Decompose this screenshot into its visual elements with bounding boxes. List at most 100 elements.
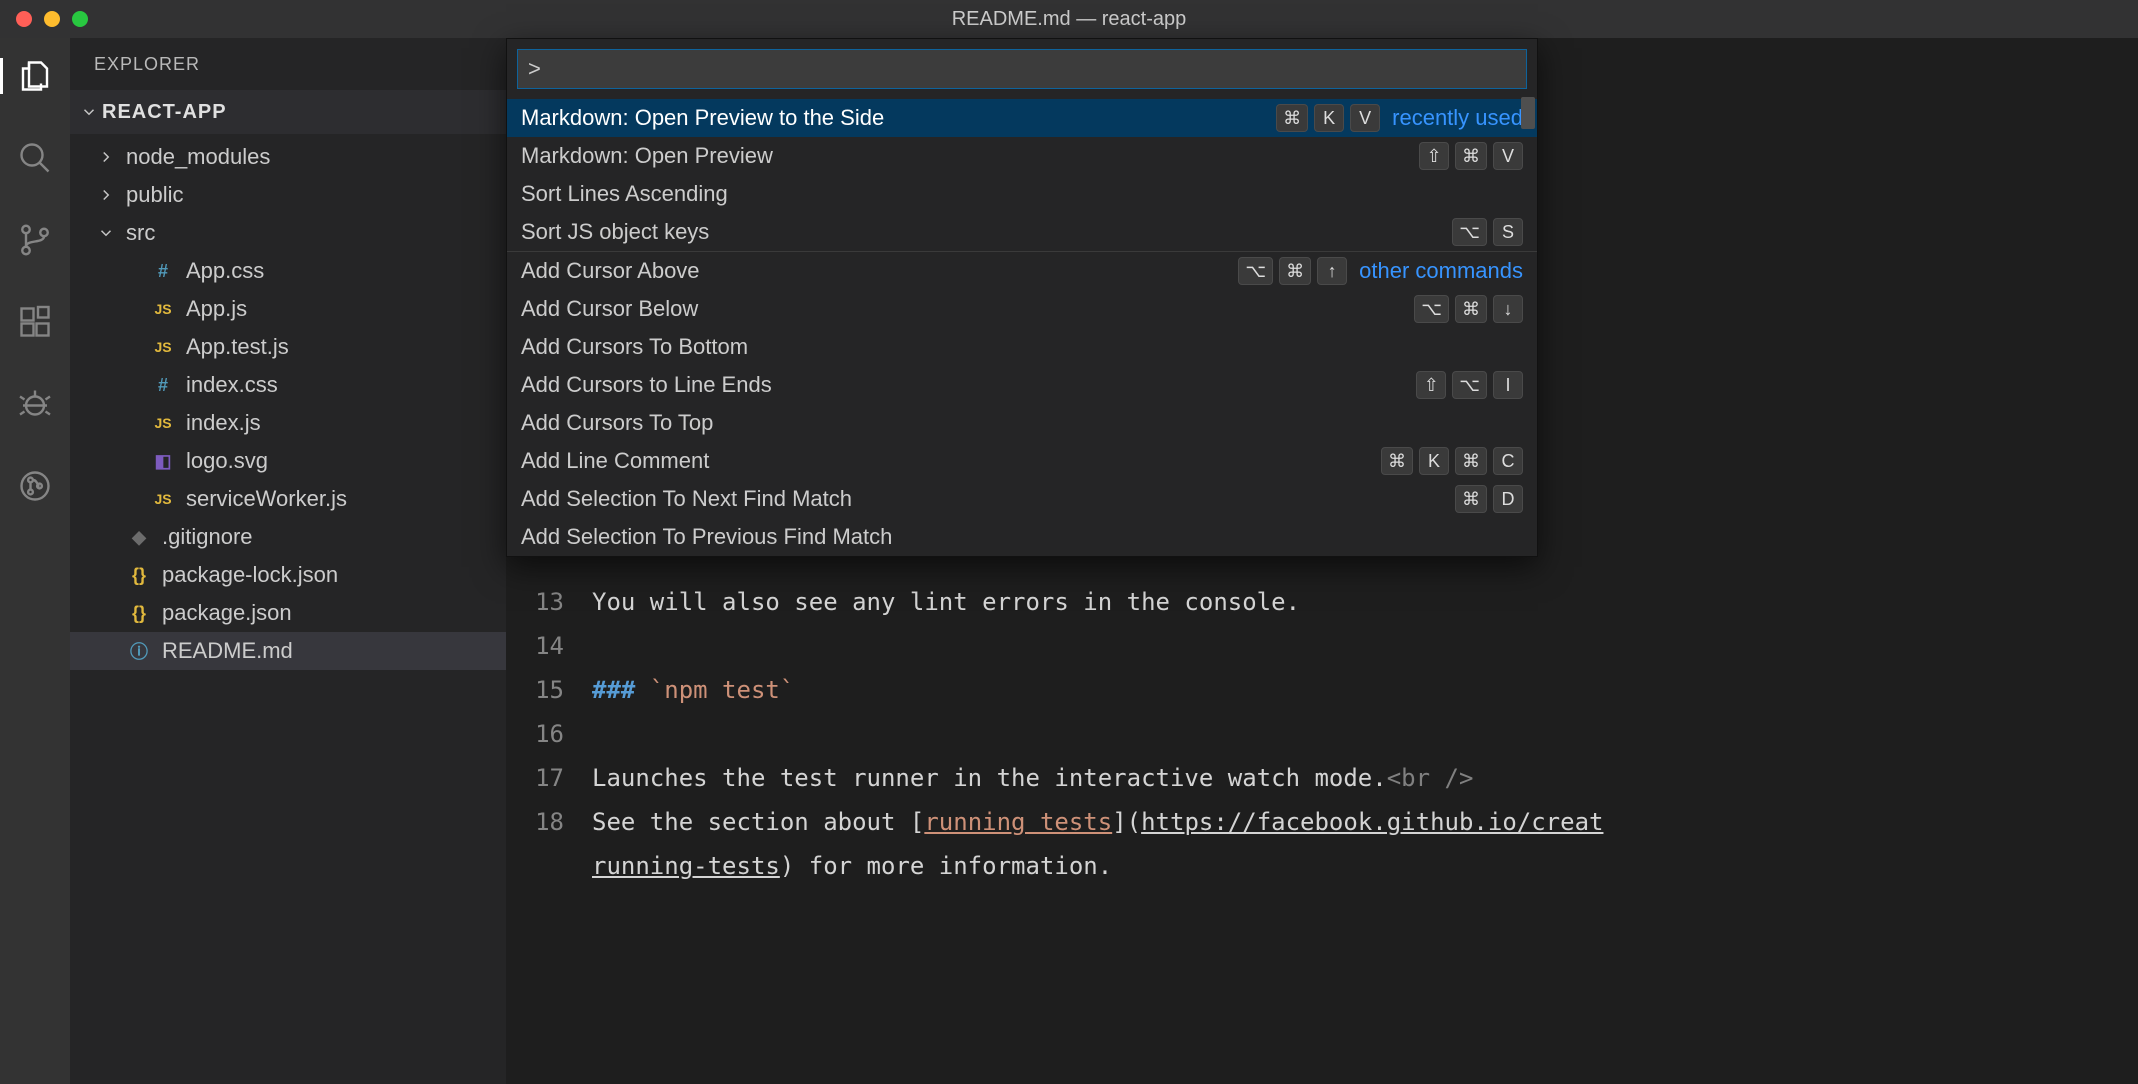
activity-search[interactable] [0, 140, 70, 176]
command-group-label: recently used [1392, 105, 1523, 131]
file-row[interactable]: ◆.gitignore [70, 518, 506, 556]
activity-bar [0, 38, 70, 1084]
activity-extensions[interactable] [0, 304, 70, 340]
key: ⌘ [1279, 257, 1311, 285]
command-label: Add Line Comment [521, 448, 1369, 474]
window-controls [16, 11, 88, 27]
code-content: You will also see any lint errors in the… [592, 580, 1300, 624]
keyboard-shortcut: ⌥⌘↑ [1238, 257, 1347, 285]
editor-line[interactable]: 15### `npm test` [506, 668, 2138, 712]
folder-row[interactable]: public [70, 176, 506, 214]
file-row[interactable]: JSindex.js [70, 404, 506, 442]
keyboard-shortcut: ⌘KV [1276, 104, 1380, 132]
css-file-icon: # [150, 261, 176, 282]
command-item[interactable]: Add Cursors To Bottom [507, 328, 1537, 366]
folder-label: src [126, 220, 155, 246]
folder-row[interactable]: node_modules [70, 138, 506, 176]
key: D [1493, 485, 1523, 513]
file-label: index.css [186, 372, 278, 398]
activity-git-graph[interactable] [0, 468, 70, 504]
window-minimize-button[interactable] [44, 11, 60, 27]
editor-line[interactable]: 18See the section about [running tests](… [506, 800, 2138, 844]
command-label: Markdown: Open Preview [521, 143, 1407, 169]
window-zoom-button[interactable] [72, 11, 88, 27]
editor-line[interactable]: 13You will also see any lint errors in t… [506, 580, 2138, 624]
file-row[interactable]: # index.css [70, 366, 506, 404]
command-label: Add Cursors To Top [521, 410, 1511, 436]
command-palette-input[interactable] [517, 49, 1527, 89]
file-tree: node_modulespublicsrc#App.cssJSApp.jsJSA… [70, 134, 506, 1084]
command-item[interactable]: Add Selection To Previous Find Match [507, 518, 1537, 556]
file-row[interactable]: JSApp.js [70, 290, 506, 328]
chevron-right-icon [96, 148, 116, 166]
editor-line[interactable]: 16 [506, 712, 2138, 756]
editor-line[interactable]: running-tests) for more information. [506, 844, 2138, 888]
json-file-icon: {} [126, 603, 152, 624]
folder-label: node_modules [126, 144, 270, 170]
command-item[interactable]: Markdown: Open Preview ⇧⌘V [507, 137, 1537, 175]
file-label: App.test.js [186, 334, 289, 360]
file-row[interactable]: {}package.json [70, 594, 506, 632]
activity-debug[interactable] [0, 386, 70, 422]
code-content: Launches the test runner in the interact… [592, 756, 1473, 800]
command-item[interactable]: Add Cursors To Top [507, 404, 1537, 442]
folder-row[interactable]: src [70, 214, 506, 252]
code-content: ### `npm test` [592, 668, 794, 712]
project-header[interactable]: REACT-APP [70, 90, 506, 134]
key: ⌘ [1455, 485, 1487, 513]
extensions-icon [17, 304, 53, 340]
code-content: running-tests) for more information. [592, 844, 1112, 888]
command-item[interactable]: Add Line Comment⌘K⌘C [507, 442, 1537, 480]
command-item[interactable]: Markdown: Open Preview to the Side ⌘KV rec… [507, 99, 1537, 137]
file-row[interactable]: JS App.test.js [70, 328, 506, 366]
file-row[interactable]: #App.css [70, 252, 506, 290]
key: ↑ [1317, 257, 1347, 285]
command-item[interactable]: Add Cursor Below⌥⌘↓ [507, 290, 1537, 328]
chevron-right-icon [96, 186, 116, 204]
scrollbar-thumb[interactable] [1521, 97, 1535, 129]
activity-source-control[interactable] [0, 222, 70, 258]
key: ⌘ [1455, 447, 1487, 475]
key: ⇧ [1416, 371, 1446, 399]
command-label: Markdown: Open Preview to the Side [521, 105, 1264, 131]
file-row[interactable]: JSserviceWorker.js [70, 480, 506, 518]
key: ⌥ [1238, 257, 1273, 285]
bug-icon [17, 386, 53, 422]
command-item[interactable]: Add Cursors to Line Ends⇧⌥I [507, 366, 1537, 404]
js-file-icon: JS [150, 415, 176, 431]
code-content: See the section about [running tests](ht… [592, 800, 1603, 844]
command-item[interactable]: Add Selection To Next Find Match⌘D [507, 480, 1537, 518]
key: ⌘ [1455, 142, 1487, 170]
keyboard-shortcut: ⌥S [1452, 218, 1523, 246]
window-close-button[interactable] [16, 11, 32, 27]
line-number: 18 [506, 800, 592, 844]
command-item[interactable]: Sort Lines Ascending [507, 175, 1537, 213]
file-row[interactable]: ⓘREADME.md [70, 632, 506, 670]
command-item[interactable]: Add Cursor Above⌥⌘↑other commands [507, 252, 1537, 290]
key: K [1419, 447, 1449, 475]
keyboard-shortcut: ⌘K⌘C [1381, 447, 1523, 475]
activity-explorer[interactable] [0, 58, 70, 94]
js-file-icon: JS [150, 491, 176, 507]
editor-line[interactable]: 14 [506, 624, 2138, 668]
line-number [506, 844, 592, 888]
folder-label: public [126, 182, 183, 208]
info-file-icon: ⓘ [126, 638, 152, 664]
file-row[interactable]: {}package-lock.json [70, 556, 506, 594]
search-icon [17, 140, 53, 176]
keyboard-shortcut: ⇧⌘V [1419, 142, 1523, 170]
editor-line[interactable]: 17Launches the test runner in the intera… [506, 756, 2138, 800]
command-item[interactable]: Sort JS object keys⌥S [507, 213, 1537, 251]
file-label: package-lock.json [162, 562, 338, 588]
key: ⇧ [1419, 142, 1449, 170]
file-label: App.js [186, 296, 247, 322]
key: ⌘ [1381, 447, 1413, 475]
css-file-icon: # [150, 375, 176, 396]
command-label: Sort Lines Ascending [521, 181, 1511, 207]
file-row[interactable]: ◧logo.svg [70, 442, 506, 480]
key: C [1493, 447, 1523, 475]
window-title: README.md — react-app [952, 8, 1187, 31]
chevron-down-icon [80, 103, 98, 121]
key: V [1350, 104, 1380, 132]
js-file-icon: JS [150, 339, 176, 355]
